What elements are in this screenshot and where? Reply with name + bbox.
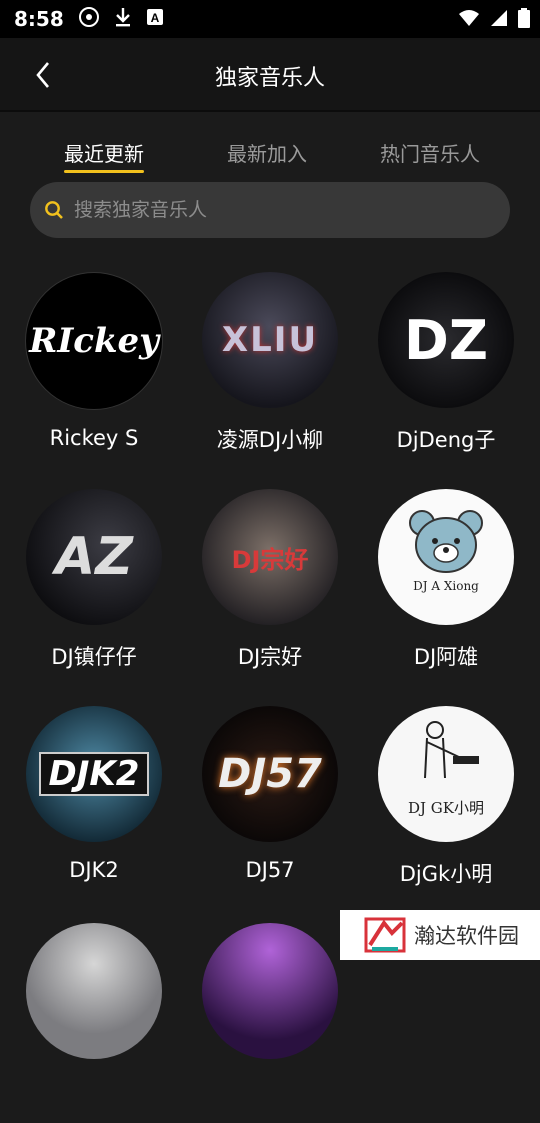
artist-name[interactable]: 凌源DJ小柳 bbox=[182, 424, 358, 454]
artist-name[interactable]: DjDeng子 bbox=[358, 424, 534, 454]
avatar-logo-text: AZ bbox=[55, 527, 133, 587]
artist-avatar[interactable]: XLIU bbox=[202, 272, 338, 408]
dj-figure-icon bbox=[424, 721, 479, 779]
avatar-logo-text: DJ GK小明 bbox=[408, 799, 484, 817]
artist-name[interactable]: DjGk小明 bbox=[358, 858, 534, 888]
artist-card[interactable]: DJ宗好 DJ宗好 bbox=[182, 489, 358, 689]
page-title: 独家音乐人 bbox=[214, 66, 325, 91]
artist-name[interactable]: DJ阿雄 bbox=[358, 641, 534, 671]
svg-text:A: A bbox=[150, 11, 159, 25]
wifi-icon bbox=[458, 9, 480, 31]
artist-card[interactable]: AZ DJ镇仔仔 bbox=[6, 489, 182, 689]
artist-card[interactable]: RIckey Rickey S bbox=[6, 272, 182, 472]
tab-recent-update[interactable]: 最近更新 bbox=[64, 138, 144, 173]
battery-icon bbox=[518, 8, 530, 32]
search-bar[interactable] bbox=[30, 182, 510, 238]
status-time: 8:58 bbox=[14, 7, 64, 31]
avatar-logo-text: DZ bbox=[404, 308, 488, 372]
disc-icon bbox=[78, 6, 100, 32]
artist-avatar[interactable]: DJ57 bbox=[202, 706, 338, 842]
artist-card[interactable] bbox=[6, 923, 182, 1123]
artist-card[interactable]: DJ GK小明 DjGk小明 bbox=[358, 706, 534, 906]
artist-avatar[interactable]: DJ GK小明 bbox=[378, 706, 514, 842]
watermark-banner: 瀚达软件园 bbox=[340, 910, 540, 960]
artist-card[interactable]: DJ A Xiong DJ阿雄 bbox=[358, 489, 534, 689]
avatar-logo-text: XLIU bbox=[221, 320, 319, 360]
artist-card[interactable]: DJK2 DJK2 bbox=[6, 706, 182, 906]
artist-avatar[interactable]: DZ bbox=[378, 272, 514, 408]
artist-card[interactable] bbox=[182, 923, 358, 1123]
artist-card[interactable]: XLIU 凌源DJ小柳 bbox=[182, 272, 358, 472]
text-app-icon: A bbox=[146, 8, 164, 30]
download-icon bbox=[114, 6, 132, 32]
watermark-text: 瀚达软件园 bbox=[414, 924, 519, 948]
tab-newly-joined[interactable]: 最新加入 bbox=[227, 138, 307, 167]
app-header: 独家音乐人 bbox=[0, 38, 540, 112]
tab-popular-musicians[interactable]: 热门音乐人 bbox=[380, 138, 480, 167]
artist-name[interactable]: DJK2 bbox=[6, 858, 182, 882]
artist-name[interactable]: DJ宗好 bbox=[182, 641, 358, 671]
artist-avatar[interactable]: AZ bbox=[26, 489, 162, 625]
artist-avatar[interactable]: DJ A Xiong bbox=[378, 489, 514, 625]
bear-icon bbox=[409, 510, 483, 573]
search-input[interactable] bbox=[72, 198, 476, 222]
watermark-logo-icon bbox=[364, 917, 406, 953]
artist-avatar[interactable]: DJK2 bbox=[26, 706, 162, 842]
signal-icon bbox=[490, 9, 508, 31]
avatar-logo-text: DJ宗好 bbox=[231, 545, 309, 574]
search-icon bbox=[44, 200, 64, 220]
tab-bar: 最近更新 最新加入 热门音乐人 bbox=[0, 138, 540, 174]
artist-card[interactable]: DZ DjDeng子 bbox=[358, 272, 534, 472]
avatar-logo-text: DJK2 bbox=[38, 752, 150, 796]
artist-name[interactable]: Rickey S bbox=[6, 426, 182, 450]
avatar-logo-text: RIckey bbox=[29, 321, 159, 361]
status-bar: 8:58 A bbox=[0, 0, 540, 38]
artist-avatar[interactable]: DJ宗好 bbox=[202, 489, 338, 625]
artist-name[interactable]: DJ镇仔仔 bbox=[6, 641, 182, 671]
avatar-logo-text: DJ57 bbox=[218, 751, 322, 797]
artist-avatar[interactable] bbox=[202, 923, 338, 1059]
artist-avatar[interactable]: RIckey bbox=[25, 272, 163, 410]
avatar-logo-text: DJ A Xiong bbox=[413, 579, 479, 593]
artist-avatar[interactable] bbox=[26, 923, 162, 1059]
artist-card[interactable]: DJ57 DJ57 bbox=[182, 706, 358, 906]
artist-name[interactable]: DJ57 bbox=[182, 858, 358, 882]
